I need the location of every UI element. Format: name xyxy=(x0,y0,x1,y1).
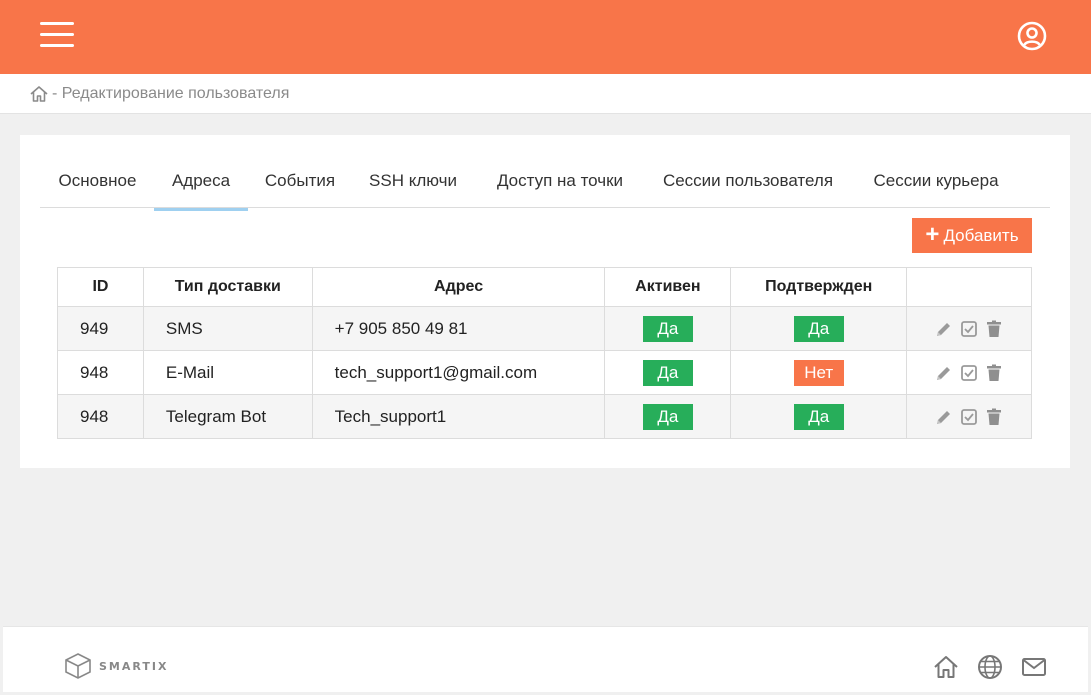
home-icon[interactable] xyxy=(932,653,960,681)
cell-address: tech_support1@gmail.com xyxy=(311,350,606,395)
tab-main[interactable]: Основное xyxy=(40,161,155,208)
tab-events[interactable]: События xyxy=(248,161,352,208)
home-icon[interactable] xyxy=(29,84,49,104)
table-row: 948 E-Mail tech_support1@gmail.com Да Не… xyxy=(57,350,1032,395)
addresses-table: ID Тип доставки Адрес Активен Подтвержде… xyxy=(57,267,1032,439)
add-button[interactable]: + Добавить xyxy=(912,218,1032,253)
cell-type: E-Mail xyxy=(142,350,313,395)
content-card: Основное Адреса События SSH ключи Доступ… xyxy=(20,135,1070,468)
trash-icon[interactable] xyxy=(984,363,1004,383)
tab-bar: Основное Адреса События SSH ключи Доступ… xyxy=(40,161,1050,211)
check-icon[interactable] xyxy=(959,363,979,383)
active-badge: Да xyxy=(642,315,693,342)
logo-text: SMARTIX xyxy=(99,659,169,673)
cell-address: +7 905 850 49 81 xyxy=(311,306,606,351)
add-button-label: Добавить xyxy=(943,225,1019,245)
cell-type: SMS xyxy=(142,306,313,351)
confirmed-badge: Да xyxy=(793,403,844,430)
cell-address: Tech_support1 xyxy=(311,394,606,439)
plus-icon: + xyxy=(925,220,940,248)
edit-icon[interactable] xyxy=(934,363,954,383)
active-badge: Да xyxy=(642,359,693,386)
cell-id: 948 xyxy=(57,394,144,439)
user-circle-icon[interactable] xyxy=(1016,20,1048,52)
cell-actions xyxy=(906,350,1032,395)
table-header-row: ID Тип доставки Адрес Активен Подтвержде… xyxy=(57,267,1032,307)
confirmed-badge: Нет xyxy=(793,359,844,386)
top-bar xyxy=(0,0,1091,74)
cell-confirmed: Да xyxy=(730,306,908,351)
globe-icon[interactable] xyxy=(976,653,1004,681)
cell-confirmed: Да xyxy=(730,394,908,439)
column-header-address[interactable]: Адрес xyxy=(311,267,606,307)
tab-user-sessions[interactable]: Сессии пользователя xyxy=(648,161,848,208)
edit-icon[interactable] xyxy=(934,319,954,339)
logo-cube-icon xyxy=(65,653,91,679)
column-header-confirmed[interactable]: Подтвержден xyxy=(730,267,908,307)
column-header-active[interactable]: Активен xyxy=(604,267,732,307)
trash-icon[interactable] xyxy=(984,319,1004,339)
logo: SMARTIX xyxy=(63,651,168,681)
trash-icon[interactable] xyxy=(984,407,1004,427)
cell-active: Да xyxy=(604,350,732,395)
tab-courier-sessions[interactable]: Сессии курьера xyxy=(856,161,1016,208)
column-header-id[interactable]: ID xyxy=(57,267,144,307)
cell-actions xyxy=(906,306,1032,351)
edit-icon[interactable] xyxy=(934,407,954,427)
cell-active: Да xyxy=(604,394,732,439)
check-icon[interactable] xyxy=(959,319,979,339)
table-row: 949 SMS +7 905 850 49 81 Да Да xyxy=(57,306,1032,351)
footer: SMARTIX xyxy=(3,626,1088,692)
menu-icon[interactable] xyxy=(40,22,74,50)
cell-confirmed: Нет xyxy=(730,350,908,395)
tab-ssh-keys[interactable]: SSH ключи xyxy=(354,161,472,208)
cell-type: Telegram Bot xyxy=(142,394,313,439)
active-badge: Да xyxy=(642,403,693,430)
tab-addresses[interactable]: Адреса xyxy=(154,161,248,211)
mail-icon[interactable] xyxy=(1020,653,1048,681)
cell-id: 948 xyxy=(57,350,144,395)
tab-point-access[interactable]: Доступ на точки xyxy=(480,161,640,208)
cell-id: 949 xyxy=(57,306,144,351)
check-icon[interactable] xyxy=(959,407,979,427)
breadcrumb-text: - Редактирование пользователя xyxy=(52,85,290,102)
cell-actions xyxy=(906,394,1032,439)
cell-active: Да xyxy=(604,306,732,351)
column-header-type[interactable]: Тип доставки xyxy=(142,267,313,307)
table-row: 948 Telegram Bot Tech_support1 Да Да xyxy=(57,394,1032,439)
column-header-actions xyxy=(906,267,1032,307)
confirmed-badge: Да xyxy=(793,315,844,342)
breadcrumb: - Редактирование пользователя xyxy=(0,74,1091,114)
